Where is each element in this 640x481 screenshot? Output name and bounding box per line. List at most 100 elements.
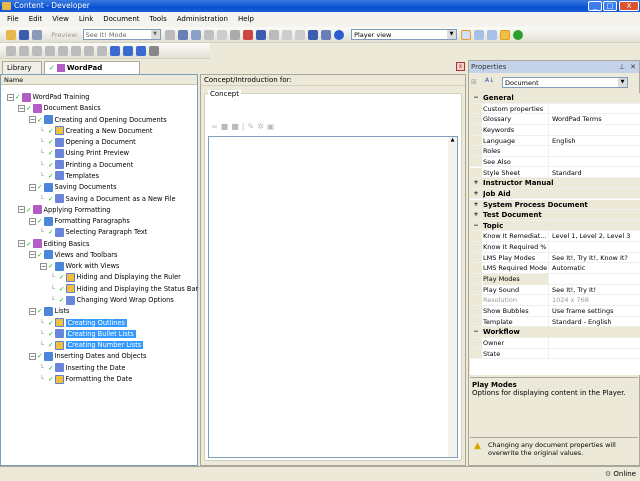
break-link-icon[interactable]: ✲	[257, 122, 267, 131]
property-row[interactable]: State	[470, 348, 640, 360]
open-icon[interactable]	[6, 30, 16, 40]
menu-help[interactable]: Help	[238, 15, 254, 23]
tree-item[interactable]: − ✓ Lists	[29, 306, 70, 317]
web-page-icon[interactable]: ■	[231, 122, 242, 131]
pin-icon[interactable]: ⊥	[619, 61, 625, 73]
collapse-toggle[interactable]: −	[29, 251, 36, 259]
menu-link[interactable]: Link	[79, 15, 93, 23]
property-value[interactable]: 1024 x 768	[552, 295, 589, 306]
menu-administration[interactable]: Administration	[177, 15, 228, 23]
scrollbar[interactable]: ▲	[448, 137, 457, 457]
cut-icon[interactable]	[177, 30, 188, 40]
collapse-toggle[interactable]: −	[29, 116, 36, 124]
menu-view[interactable]: View	[52, 15, 69, 23]
help-icon[interactable]	[333, 30, 344, 40]
tree-item[interactable]: └ ✓ Opening a Document	[40, 137, 136, 148]
property-row[interactable]: LMS Play Modes See It!, Try It!, Know It?	[470, 252, 640, 264]
tool-icon[interactable]	[58, 46, 68, 56]
collapse-toggle[interactable]: −	[18, 206, 25, 214]
properties-pane-icon[interactable]	[500, 30, 511, 40]
tree-item[interactable]: − ✓ Editing Basics	[18, 239, 90, 250]
spellcheck-icon[interactable]	[320, 30, 331, 40]
copy-icon[interactable]	[190, 30, 201, 40]
tree-item[interactable]: └ ✓ Saving a Document as a New File	[40, 194, 176, 205]
delete-icon[interactable]	[216, 30, 227, 40]
go-icon[interactable]	[164, 30, 175, 40]
tool-icon[interactable]	[45, 46, 55, 56]
property-value[interactable]: Standard - English	[552, 317, 612, 328]
unlink-icon[interactable]	[149, 46, 159, 56]
property-row[interactable]: Glossary WordPad Terms	[470, 114, 640, 125]
minimize-button[interactable]: _	[588, 1, 602, 11]
property-value[interactable]: Standard	[552, 168, 582, 179]
categorized-icon[interactable]: ⊞	[471, 78, 477, 86]
tree-item[interactable]: └ ✓ Creating Bullet Lists	[40, 329, 136, 340]
property-row[interactable]: Show Bubbles Use frame settings	[470, 306, 640, 317]
close-button[interactable]: X	[619, 1, 639, 11]
preview-icon[interactable]: ▣	[267, 122, 278, 131]
tree-item[interactable]: − ✓ Views and Toolbars	[29, 250, 117, 261]
property-row[interactable]: Style Sheet Standard	[470, 167, 640, 179]
expand-toggle[interactable]: +	[470, 210, 482, 220]
close-pane-icon[interactable]: x	[456, 62, 465, 71]
collapse-toggle[interactable]: −	[18, 104, 25, 112]
tree-item[interactable]: └ ✓ Inserting the Date	[40, 363, 125, 374]
tool-icon[interactable]	[6, 46, 16, 56]
tool-icon[interactable]	[19, 46, 29, 56]
link-icon[interactable]: ∞	[211, 122, 221, 131]
property-category[interactable]: + Test Document	[470, 210, 640, 221]
tree-item[interactable]: └ ✓ Hiding and Displaying the Ruler	[51, 272, 181, 283]
tree-item[interactable]: − ✓ Inserting Dates and Objects	[29, 351, 146, 362]
expand-toggle[interactable]: −	[470, 93, 482, 103]
property-row[interactable]: Play Modes	[470, 274, 640, 285]
property-row[interactable]: See Also	[470, 156, 640, 168]
property-row[interactable]: Resolution 1024 x 768	[470, 295, 640, 306]
property-value[interactable]: WordPad Terms	[552, 114, 602, 125]
find-icon[interactable]	[242, 30, 253, 40]
property-value[interactable]: Automatic	[552, 263, 585, 274]
print-icon[interactable]	[32, 30, 42, 40]
column-header-name[interactable]: Name	[1, 75, 197, 85]
tree-item[interactable]: └ ✓ Formatting the Date	[40, 374, 132, 385]
property-category[interactable]: − Topic	[470, 220, 640, 232]
view-select[interactable]: Player view ▼	[351, 29, 458, 40]
property-value[interactable]: English	[552, 136, 575, 147]
demote-icon[interactable]	[123, 46, 133, 56]
expand-toggle[interactable]: +	[470, 199, 482, 210]
property-row[interactable]: Know It Remediat... Level 1, Level 2, Lev…	[470, 231, 640, 243]
property-row[interactable]: Template Standard - English	[470, 316, 640, 328]
expand-toggle[interactable]: +	[470, 188, 482, 199]
tree-item[interactable]: − ✓ Work with Views	[40, 261, 120, 272]
preview-mode-select[interactable]: See It! Mode ▼	[82, 29, 161, 40]
layout-1-icon[interactable]	[461, 30, 472, 40]
edit-icon[interactable]: ✎	[248, 122, 258, 131]
layout-3-icon[interactable]	[487, 30, 498, 40]
property-category[interactable]: + Instructor Manual	[470, 178, 640, 189]
property-value[interactable]: Use frame settings	[552, 306, 613, 317]
move-up-icon[interactable]	[84, 46, 94, 56]
layout-2-icon[interactable]	[474, 30, 485, 40]
close-icon[interactable]: ✕	[630, 61, 636, 73]
tree-item[interactable]: └ ✓ Printing a Document	[40, 160, 133, 171]
maximize-button[interactable]: □	[603, 1, 617, 11]
property-row[interactable]: Keywords	[470, 124, 640, 136]
tree-item[interactable]: − ✓ Applying Formatting	[18, 205, 110, 216]
link-icon[interactable]	[136, 46, 146, 56]
tree-item[interactable]: └ ✓ Templates	[40, 171, 99, 182]
menu-tools[interactable]: Tools	[150, 15, 167, 23]
property-value[interactable]: See It!, Try It!	[552, 285, 596, 296]
menu-document[interactable]: Document	[103, 15, 139, 23]
tree-item[interactable]: − ✓ Document Basics	[18, 103, 101, 114]
property-row[interactable]: Roles	[470, 146, 640, 157]
property-category[interactable]: − Workflow	[470, 327, 640, 338]
redo-icon[interactable]	[268, 30, 279, 40]
promote-icon[interactable]	[110, 46, 120, 56]
tree-item[interactable]: − ✓ WordPad Training	[7, 92, 90, 103]
collapse-toggle[interactable]: −	[40, 262, 47, 270]
collapse-toggle[interactable]: −	[29, 307, 36, 315]
collapse-toggle[interactable]: −	[18, 240, 25, 248]
package-icon[interactable]: ■	[221, 122, 232, 131]
property-value[interactable]: See It!, Try It!, Know It?	[552, 253, 628, 264]
undo-icon[interactable]	[255, 30, 266, 40]
tool-icon[interactable]	[32, 46, 42, 56]
